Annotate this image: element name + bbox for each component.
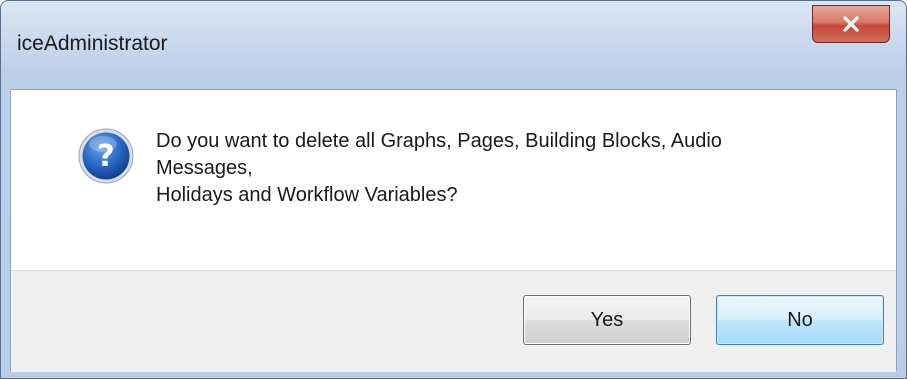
- message-line: Messages,: [156, 157, 253, 179]
- button-bar: Yes No: [11, 270, 896, 372]
- message-area: ? Do you want to delete all Graphs, Page…: [11, 90, 896, 270]
- svg-text:?: ?: [97, 139, 114, 174]
- title-bar[interactable]: iceAdministrator: [1, 1, 906, 89]
- dialog-client-area: ? Do you want to delete all Graphs, Page…: [10, 89, 897, 372]
- message-line: Do you want to delete all Graphs, Pages,…: [156, 130, 722, 152]
- no-button[interactable]: No: [716, 295, 884, 345]
- close-button[interactable]: [812, 5, 890, 43]
- question-icon: ?: [78, 128, 134, 184]
- dialog-window: iceAdministrator ? Do you want to delete…: [0, 0, 907, 379]
- window-title: iceAdministrator: [17, 32, 168, 55]
- message-line: Holidays and Workflow Variables?: [156, 184, 458, 206]
- close-icon: [843, 16, 859, 32]
- dialog-message: Do you want to delete all Graphs, Pages,…: [156, 128, 866, 209]
- yes-button[interactable]: Yes: [523, 295, 691, 345]
